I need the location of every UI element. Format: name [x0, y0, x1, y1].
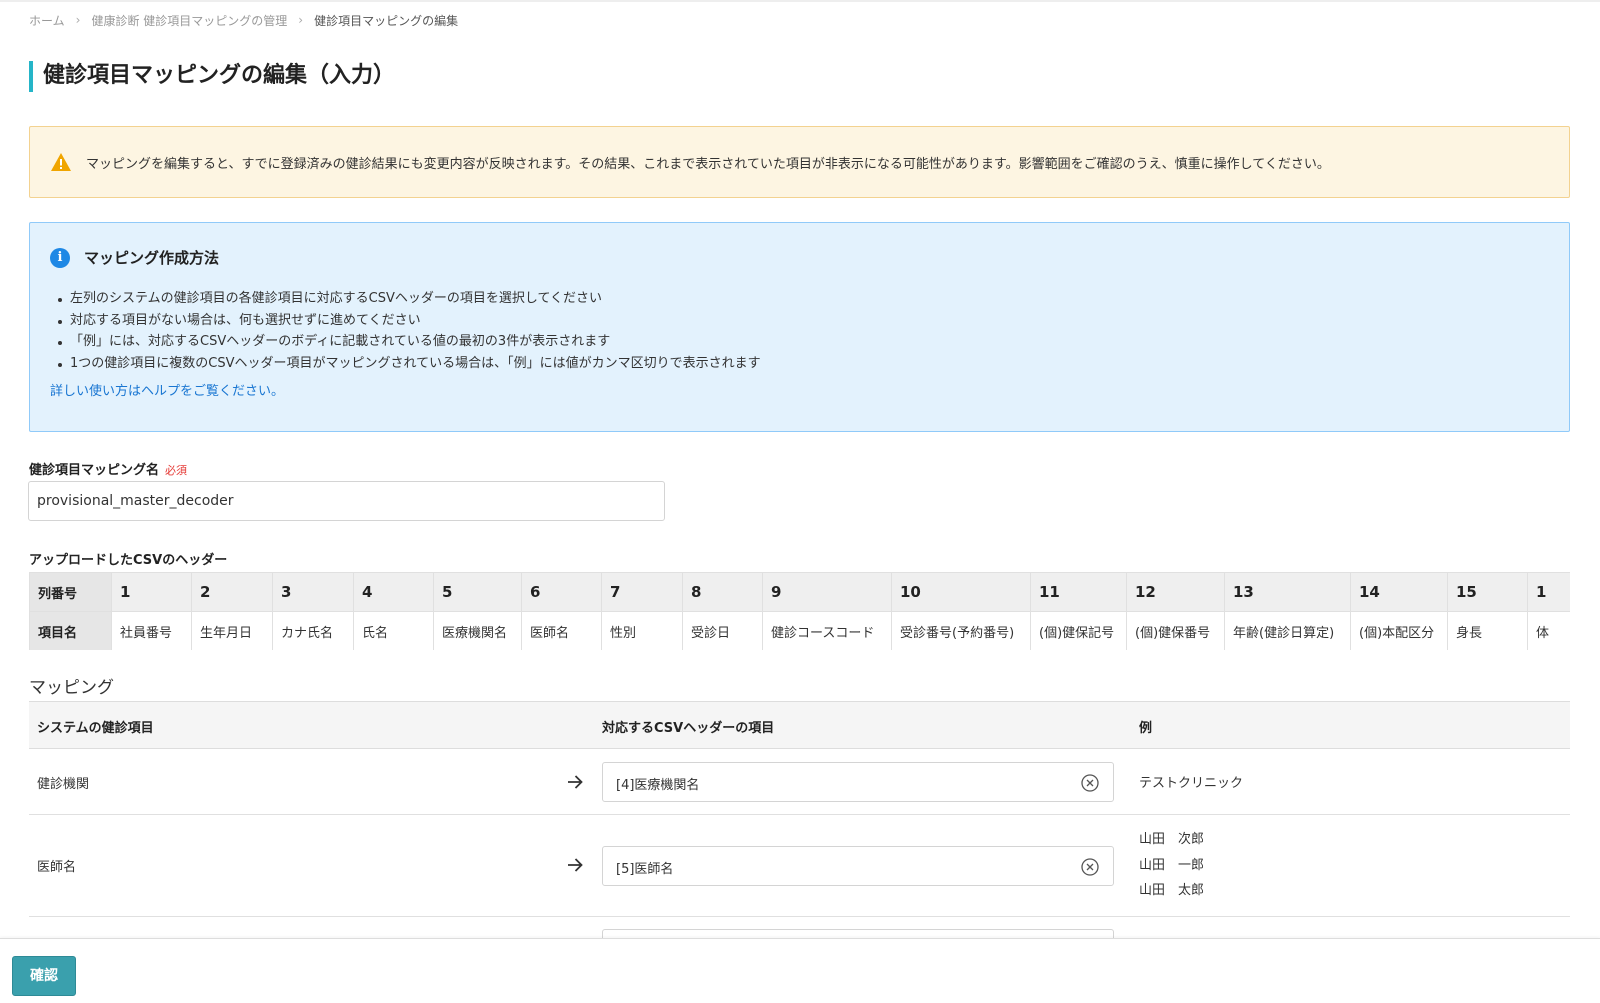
mapping-name-label: 健診項目マッピング名 必須 — [29, 459, 187, 478]
chevron-right-icon: › — [298, 13, 304, 27]
warning-alert: マッピングを編集すると、すでに登録済みの健診結果にも変更内容が反映されます。その… — [29, 126, 1570, 198]
example-value: 山田 太郎 — [1139, 883, 1205, 898]
csv-name-row: 項目名 社員番号 生年月日 カナ氏名 氏名 医療機関名 医師名 性別 受診日 健… — [29, 611, 1570, 650]
csv-column-name: (個)健保番号 — [1126, 611, 1225, 650]
footer-bar: 確認 — [0, 938, 1600, 1003]
csv-column-number: 2 — [191, 572, 273, 612]
info-list-item: 左列のシステムの健診項目の各健診項目に対応するCSVヘッダーの項目を選択してくだ… — [56, 288, 761, 310]
csv-column-number: 10 — [891, 572, 1031, 612]
warning-text: マッピングを編集すると、すでに登録済みの健診結果にも変更内容が反映されます。その… — [86, 156, 1330, 172]
csv-header-table: 列番号 1 2 3 4 5 6 7 8 9 10 11 12 13 14 15 … — [29, 572, 1570, 650]
header-example: 例 — [1139, 721, 1153, 736]
csv-column-number: 14 — [1350, 572, 1448, 612]
csv-header-title: アップロードしたCSVのヘッダー — [29, 553, 228, 568]
example-value: テストクリニック — [1139, 776, 1244, 791]
csv-column-name: (個)健保記号 — [1030, 611, 1127, 650]
example-value: 山田 一郎 — [1139, 857, 1205, 873]
example-values: テストクリニック — [1139, 771, 1243, 797]
csv-column-number: 7 — [601, 572, 683, 612]
csv-column-number: 5 — [433, 572, 522, 612]
mapping-section-title: マッピング — [29, 678, 114, 698]
arrow-right-icon — [568, 775, 583, 789]
system-item-name: 医師名 — [37, 860, 77, 875]
csv-column-name: 受診日 — [682, 611, 763, 650]
warning-triangle-icon — [51, 153, 71, 171]
csv-column-name: 性別 — [601, 611, 683, 650]
clear-icon[interactable] — [1080, 857, 1100, 877]
info-header: i マッピング作成方法 — [50, 247, 219, 268]
mapping-name-input[interactable] — [28, 481, 665, 521]
csv-column-name: 氏名 — [353, 611, 434, 650]
confirm-button[interactable]: 確認 — [12, 956, 76, 996]
csv-item-select[interactable]: [4]医療機関名 — [602, 762, 1114, 802]
csv-column-number: 6 — [521, 572, 602, 612]
csv-column-name: 健診コースコード — [762, 611, 892, 650]
arrow-right-icon — [568, 858, 583, 872]
csv-column-number: 9 — [762, 572, 892, 612]
example-value: 山田 次郎 — [1139, 832, 1205, 847]
breadcrumb-home-link[interactable]: ホーム — [29, 12, 65, 29]
info-box: i マッピング作成方法 左列のシステムの健診項目の各健診項目に対応するCSVヘッ… — [29, 222, 1570, 432]
csv-column-name: 体 — [1527, 611, 1570, 650]
mapping-row: 医師名 [5]医師名 山田 次郎 山田 一郎 山田 太郎 — [29, 815, 1570, 917]
breadcrumb-management-link[interactable]: 健康診断 健診項目マッピングの管理 — [91, 12, 287, 29]
info-list-item: 1つの健診項目に複数のCSVヘッダー項目がマッピングされている場合は、「例」には… — [56, 353, 761, 375]
chevron-right-icon: › — [75, 13, 81, 27]
csv-item-select[interactable]: [5]医師名 — [602, 846, 1114, 886]
csv-column-number: 8 — [682, 572, 763, 612]
header-csv-item: 対応するCSVヘッダーの項目 — [602, 721, 775, 736]
csv-number-row: 列番号 1 2 3 4 5 6 7 8 9 10 11 12 13 14 15 … — [29, 572, 1570, 612]
csv-column-number: 12 — [1126, 572, 1225, 612]
required-badge: 必須 — [165, 464, 188, 477]
breadcrumb-current: 健診項目マッピングの編集 — [314, 13, 459, 28]
csv-column-name: 医療機関名 — [433, 611, 522, 650]
clear-icon[interactable] — [1080, 773, 1100, 793]
info-list-item: 「例」には、対応するCSVヘッダーのボディに記載されている値の最初の3件が表示さ… — [56, 331, 761, 353]
csv-column-name: 医師名 — [521, 611, 602, 650]
csv-column-name: 受診番号(予約番号) — [891, 611, 1031, 650]
breadcrumb: ホーム › 健康診断 健診項目マッピングの管理 › 健診項目マッピングの編集 — [29, 12, 458, 28]
info-list-item: 対応する項目がない場合は、何も選択せずに進めてください — [56, 310, 761, 332]
page-title: 健診項目マッピングの編集（入力） — [29, 61, 395, 92]
top-border — [0, 0, 1600, 2]
csv-column-number: 11 — [1030, 572, 1127, 612]
csv-header-table-scroll[interactable]: 列番号 1 2 3 4 5 6 7 8 9 10 11 12 13 14 15 … — [29, 572, 1570, 650]
csv-column-name: 生年月日 — [191, 611, 273, 650]
csv-column-number: 4 — [353, 572, 434, 612]
csv-column-name: 身長 — [1447, 611, 1528, 650]
csv-item-selected-value: [4]医療機関名 — [616, 778, 700, 793]
csv-column-number: 15 — [1447, 572, 1528, 612]
help-link[interactable]: 詳しい使い方はヘルプをご覧ください。 — [50, 380, 284, 399]
csv-column-number: 1 — [1527, 572, 1570, 612]
info-list: 左列のシステムの健診項目の各健診項目に対応するCSVヘッダーの項目を選択してくだ… — [56, 288, 761, 374]
info-icon: i — [50, 247, 70, 268]
mapping-name-label-text: 健診項目マッピング名 — [29, 463, 160, 478]
csv-column-name: 年齢(健診日算定) — [1224, 611, 1351, 650]
system-item-name: 健診機関 — [37, 777, 90, 792]
example-values: 山田 次郎 山田 一郎 山田 太郎 — [1139, 827, 1204, 904]
page: ホーム › 健康診断 健診項目マッピングの管理 › 健診項目マッピングの編集 健… — [0, 0, 1600, 1003]
csv-column-number: 13 — [1224, 572, 1351, 612]
csv-column-name: 社員番号 — [111, 611, 192, 650]
csv-item-selected-value: [5]医師名 — [616, 862, 674, 877]
row-label-number: 列番号 — [29, 572, 112, 612]
row-label-name: 項目名 — [29, 611, 112, 650]
info-title: マッピング作成方法 — [84, 249, 220, 267]
csv-column-number: 3 — [272, 572, 354, 612]
header-system-item: システムの健診項目 — [37, 721, 154, 736]
mapping-table-header: システムの健診項目 対応するCSVヘッダーの項目 例 — [29, 701, 1570, 749]
csv-column-name: カナ氏名 — [272, 611, 354, 650]
csv-column-name: (個)本配区分 — [1350, 611, 1448, 650]
mapping-row: 健診機関 [4]医療機関名 テストクリニック — [29, 749, 1570, 815]
csv-column-number: 1 — [111, 572, 192, 612]
